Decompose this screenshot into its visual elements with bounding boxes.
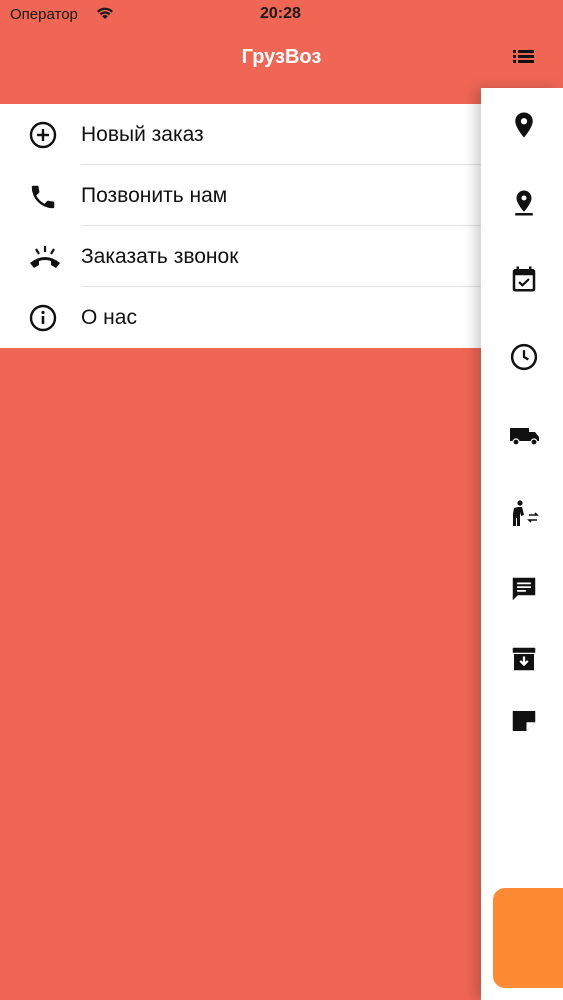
menu-item-new-order[interactable]: Новый заказ — [0, 104, 482, 165]
phone-icon — [28, 182, 58, 210]
add-circle-icon — [28, 121, 58, 149]
right-sidebar — [481, 0, 563, 1000]
sidebar-panel — [481, 88, 563, 1000]
info-icon — [28, 304, 58, 332]
app-title: ГрузВоз — [241, 46, 322, 68]
menu-item-call-us[interactable]: Позвонить нам — [0, 165, 482, 226]
clock-icon[interactable] — [509, 342, 539, 372]
carrier-label: Оператор — [10, 6, 78, 23]
sidebar-header — [481, 0, 563, 88]
transfer-person-icon[interactable] — [509, 498, 539, 528]
menu-label-new-order: Новый заказ — [81, 123, 204, 146]
chat-icon[interactable] — [509, 574, 539, 604]
truck-icon[interactable] — [509, 420, 539, 450]
action-button[interactable] — [493, 888, 563, 988]
place-icon[interactable] — [509, 110, 539, 140]
menu-list-icon[interactable] — [509, 44, 539, 74]
menu-label-call-us: Позвонить нам — [81, 184, 228, 207]
menu-label-about: О нас — [81, 306, 137, 329]
menu-item-about[interactable]: О нас — [0, 287, 482, 348]
clock-time: 20:28 — [260, 5, 301, 22]
side-menu: Новый заказ Позвонить нам Заказать звоно… — [0, 104, 482, 348]
pin-drop-icon[interactable] — [509, 188, 539, 218]
menu-label-request-call: Заказать звонок — [81, 245, 239, 268]
wifi-icon — [96, 6, 114, 25]
status-bar: Оператор 20:28 — [0, 0, 563, 28]
event-available-icon[interactable] — [509, 264, 539, 294]
note-icon[interactable] — [509, 706, 539, 736]
menu-item-request-call[interactable]: Заказать звонок — [0, 226, 482, 287]
archive-icon[interactable] — [509, 644, 539, 674]
call-end-icon — [28, 243, 60, 271]
